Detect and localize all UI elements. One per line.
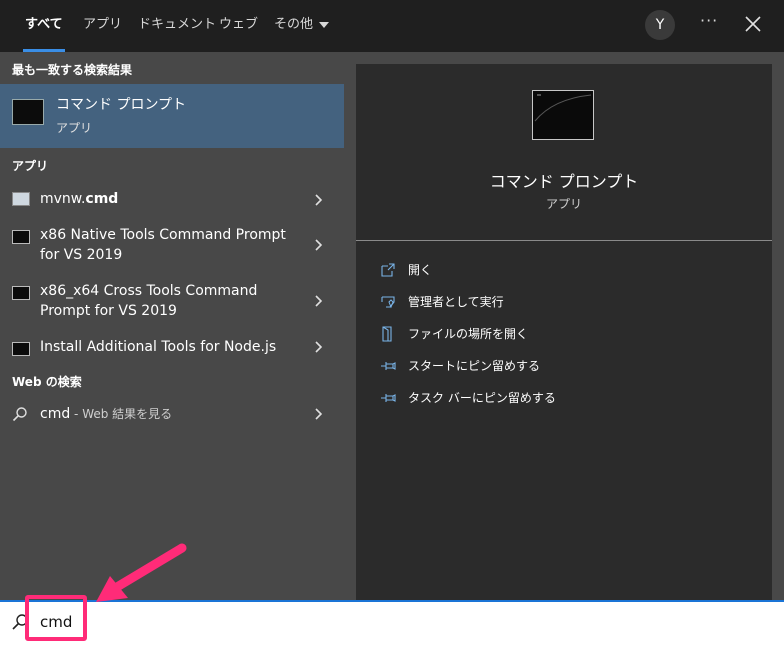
top-bar: すべて アプリ ドキュメント ウェブ その他 Y ··· xyxy=(0,0,784,52)
script-icon xyxy=(12,192,30,206)
app-name-line1: x86 Native Tools Command Prompt xyxy=(40,227,286,243)
divider xyxy=(356,240,772,241)
preview-pane: コマンド プロンプト アプリ 開く 管理者として実行 ファイルの場所を開く スタ… xyxy=(356,64,772,600)
console-icon xyxy=(12,342,30,356)
tab-web[interactable]: ウェブ xyxy=(219,0,258,52)
app-name-line1: x86_x64 Cross Tools Command xyxy=(40,283,258,299)
list-item[interactable]: x86 Native Tools Command Prompt for VS 20… xyxy=(0,224,344,268)
chevron-right-icon xyxy=(315,194,323,206)
list-item[interactable]: Install Additional Tools for Node.js xyxy=(0,336,344,362)
app-name: x86 Native Tools Command Prompt for VS 20… xyxy=(40,225,286,265)
search-window: すべて アプリ ドキュメント ウェブ その他 Y ··· 最も一致する検索結果 … xyxy=(0,0,784,645)
web-search-item[interactable]: cmd - Web 結果を見る xyxy=(0,404,344,430)
app-name-line2: Prompt for VS 2019 xyxy=(40,303,177,319)
highlight-box xyxy=(25,595,87,641)
tab-more-label: その他 xyxy=(274,17,314,32)
chevron-right-icon xyxy=(315,239,323,251)
best-match-subtitle: アプリ xyxy=(56,121,93,135)
open-icon xyxy=(381,263,395,277)
best-match-title: コマンド プロンプト xyxy=(56,97,187,113)
web-suffix: - Web 結果を見る xyxy=(70,407,173,421)
avatar[interactable]: Y xyxy=(645,10,675,40)
action-run-as-admin-label: 管理者として実行 xyxy=(408,295,504,309)
app-name: Install Additional Tools for Node.js xyxy=(40,339,277,355)
chevron-right-icon xyxy=(315,408,323,420)
chevron-down-icon xyxy=(319,21,330,28)
section-best-match: 最も一致する検索結果 xyxy=(12,63,133,77)
chevron-right-icon xyxy=(315,295,323,307)
pin-icon xyxy=(381,394,396,402)
console-icon xyxy=(12,230,30,244)
app-name-line2: for VS 2019 xyxy=(40,247,123,263)
tab-documents[interactable]: ドキュメント xyxy=(138,0,216,52)
more-options-button[interactable]: ··· xyxy=(700,11,718,30)
action-pin-start-label: スタートにピン留めする xyxy=(408,359,541,373)
tab-more[interactable]: その他 xyxy=(274,0,330,52)
results-pane: 最も一致する検索結果 コマンド プロンプト アプリ アプリ mvnw.cmd x… xyxy=(0,52,344,600)
annotation-arrow-icon xyxy=(96,543,187,602)
app-name-bold: cmd xyxy=(85,191,119,207)
tab-all[interactable]: すべて xyxy=(23,0,65,52)
web-search-label: cmd - Web 結果を見る xyxy=(40,404,172,424)
command-prompt-icon xyxy=(532,90,594,140)
action-open-label: 開く xyxy=(408,263,433,277)
command-prompt-icon xyxy=(12,99,44,125)
section-apps: アプリ xyxy=(12,159,49,173)
app-name: x86_x64 Cross Tools Command Prompt for VS… xyxy=(40,281,257,321)
list-item[interactable]: mvnw.cmd xyxy=(0,186,344,212)
file-location-icon xyxy=(382,326,392,342)
section-web: Web の検索 xyxy=(12,375,82,389)
web-query: cmd xyxy=(40,406,71,422)
best-match-item[interactable]: コマンド プロンプト アプリ xyxy=(0,84,344,148)
close-icon[interactable] xyxy=(741,12,765,36)
chevron-right-icon xyxy=(315,341,323,353)
action-pin-taskbar-label: タスク バーにピン留めする xyxy=(408,391,556,405)
app-name-prefix: mvnw. xyxy=(40,191,86,207)
search-icon xyxy=(12,407,27,422)
tab-apps[interactable]: アプリ xyxy=(83,0,122,52)
console-icon xyxy=(12,286,30,300)
shield-icon xyxy=(381,296,395,309)
app-name: mvnw.cmd xyxy=(40,189,118,209)
list-item[interactable]: x86_x64 Cross Tools Command Prompt for VS… xyxy=(0,280,344,324)
console-window-graphic xyxy=(534,94,592,122)
preview-subtitle: アプリ xyxy=(545,197,582,211)
pin-icon xyxy=(381,362,396,370)
preview-title: コマンド プロンプト xyxy=(489,172,639,191)
action-open-file-location-label: ファイルの場所を開く xyxy=(408,327,529,341)
